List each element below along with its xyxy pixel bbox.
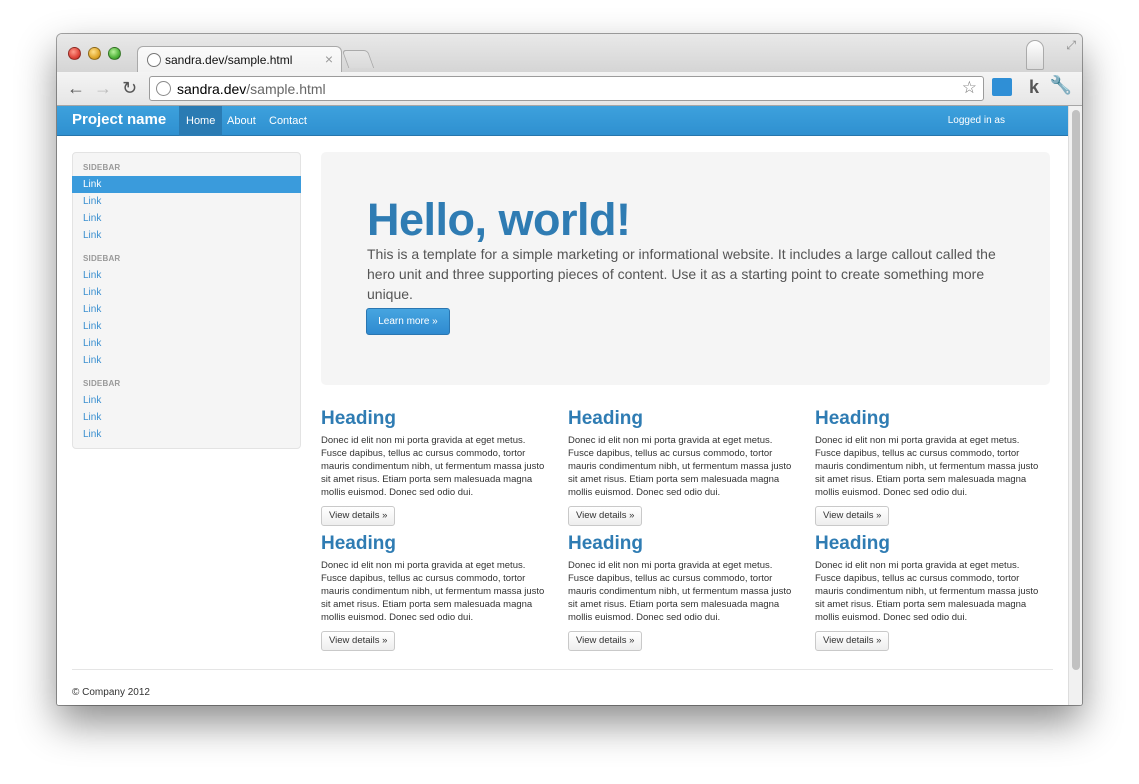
- k-extension-icon[interactable]: k: [1029, 77, 1039, 98]
- url-host: sandra.dev: [177, 81, 247, 97]
- url-path: /sample.html: [246, 81, 326, 97]
- hero-unit: Hello, world! This is a template for a s…: [321, 152, 1050, 385]
- scrollbar-thumb[interactable]: [1072, 110, 1080, 670]
- card-body: Donec id elit non mi porta gravida at eg…: [321, 435, 545, 498]
- sidebar-link[interactable]: Link: [83, 270, 101, 281]
- card-heading: Heading: [568, 408, 643, 429]
- browser-tab[interactable]: sandra.dev/sample.html ×: [137, 46, 342, 72]
- sidebar-link-active[interactable]: Link: [72, 176, 301, 193]
- logged-in-text: Logged in as: [947, 115, 1005, 126]
- hero-title: Hello, world!: [367, 194, 631, 245]
- globe-icon: [156, 81, 171, 96]
- profile-icon[interactable]: [1026, 40, 1044, 70]
- new-tab-button[interactable]: [341, 50, 375, 68]
- content-card: Heading Donec id elit non mi porta gravi…: [321, 408, 551, 526]
- nav-contact[interactable]: Contact: [262, 106, 314, 136]
- sidebar-link[interactable]: Link: [83, 230, 101, 241]
- sidebar-link[interactable]: Link: [83, 321, 101, 332]
- sidebar-link[interactable]: Link: [83, 213, 101, 224]
- back-icon[interactable]: ←: [67, 78, 85, 98]
- card-body: Donec id elit non mi porta gravida at eg…: [568, 435, 792, 498]
- card-body: Donec id elit non mi porta gravida at eg…: [815, 560, 1039, 623]
- sidebar-header: SIDEBAR: [83, 379, 121, 388]
- view-details-button[interactable]: View details »: [568, 631, 643, 651]
- view-details-button[interactable]: View details »: [321, 631, 396, 651]
- brand-link[interactable]: Project name: [72, 111, 166, 128]
- view-details-button[interactable]: View details »: [321, 506, 396, 526]
- nav-home[interactable]: Home: [179, 106, 223, 136]
- wrench-icon[interactable]: 🔧: [1050, 75, 1072, 96]
- sidebar-header: SIDEBAR: [83, 163, 121, 172]
- page-viewport: Project name Home About Contact Logged i…: [57, 106, 1068, 705]
- sidebar-link[interactable]: Link: [83, 287, 101, 298]
- card-body: Donec id elit non mi porta gravida at eg…: [321, 560, 545, 623]
- content-card: Heading Donec id elit non mi porta gravi…: [815, 533, 1045, 651]
- hero-text: This is a template for a simple marketin…: [367, 246, 996, 302]
- footer-text: © Company 2012: [72, 687, 150, 698]
- card-heading: Heading: [815, 533, 890, 554]
- close-window-icon[interactable]: [68, 47, 81, 60]
- card-heading: Heading: [321, 533, 396, 554]
- reload-icon[interactable]: ↻: [122, 78, 137, 98]
- learn-more-button[interactable]: Learn more »: [366, 308, 450, 335]
- address-bar[interactable]: sandra.dev/sample.html ☆: [149, 76, 984, 101]
- browser-window: sandra.dev/sample.html × ⤢ ← → ↻ sandra.…: [57, 34, 1082, 705]
- sidebar: SIDEBAR Link Link Link Link SIDEBAR Link…: [72, 152, 301, 449]
- sidebar-header: SIDEBAR: [83, 254, 121, 263]
- content-card: Heading Donec id elit non mi porta gravi…: [321, 533, 551, 651]
- card-heading: Heading: [321, 408, 396, 429]
- fullscreen-icon[interactable]: ⤢: [1066, 38, 1076, 53]
- title-bar: sandra.dev/sample.html × ⤢: [57, 34, 1082, 72]
- sidebar-link[interactable]: Link: [83, 395, 101, 406]
- view-details-button[interactable]: View details »: [815, 631, 890, 651]
- minimize-window-icon[interactable]: [88, 47, 101, 60]
- sidebar-link[interactable]: Link: [83, 196, 101, 207]
- sidebar-link[interactable]: Link: [83, 412, 101, 423]
- card-body: Donec id elit non mi porta gravida at eg…: [815, 435, 1039, 498]
- sidebar-link[interactable]: Link: [83, 338, 101, 349]
- content-card: Heading Donec id elit non mi porta gravi…: [568, 533, 798, 651]
- browser-toolbar: ← → ↻ sandra.dev/sample.html ☆ k 🔧: [57, 72, 1082, 106]
- card-heading: Heading: [568, 533, 643, 554]
- card-heading: Heading: [815, 408, 890, 429]
- zoom-window-icon[interactable]: [108, 47, 121, 60]
- card-body: Donec id elit non mi porta gravida at eg…: [568, 560, 792, 623]
- url-text: sandra.dev/sample.html: [177, 81, 326, 97]
- sidebar-link[interactable]: Link: [83, 304, 101, 315]
- tab-title: sandra.dev/sample.html: [165, 53, 293, 67]
- content-card: Heading Donec id elit non mi porta gravi…: [568, 408, 798, 526]
- sidebar-link[interactable]: Link: [83, 355, 101, 366]
- content-card: Heading Donec id elit non mi porta gravi…: [815, 408, 1045, 526]
- star-icon[interactable]: ☆: [962, 78, 977, 98]
- nav-about[interactable]: About: [220, 106, 263, 136]
- tab-close-icon[interactable]: ×: [325, 51, 333, 67]
- forward-icon[interactable]: →: [94, 78, 112, 98]
- view-details-button[interactable]: View details »: [568, 506, 643, 526]
- footer-divider: [72, 669, 1053, 670]
- vertical-scrollbar[interactable]: [1068, 106, 1082, 705]
- view-details-button[interactable]: View details »: [815, 506, 890, 526]
- favicon-icon: [147, 53, 161, 67]
- navbar: Project name Home About Contact Logged i…: [57, 106, 1068, 136]
- extension-icon[interactable]: [992, 78, 1012, 96]
- sidebar-link[interactable]: Link: [83, 429, 101, 440]
